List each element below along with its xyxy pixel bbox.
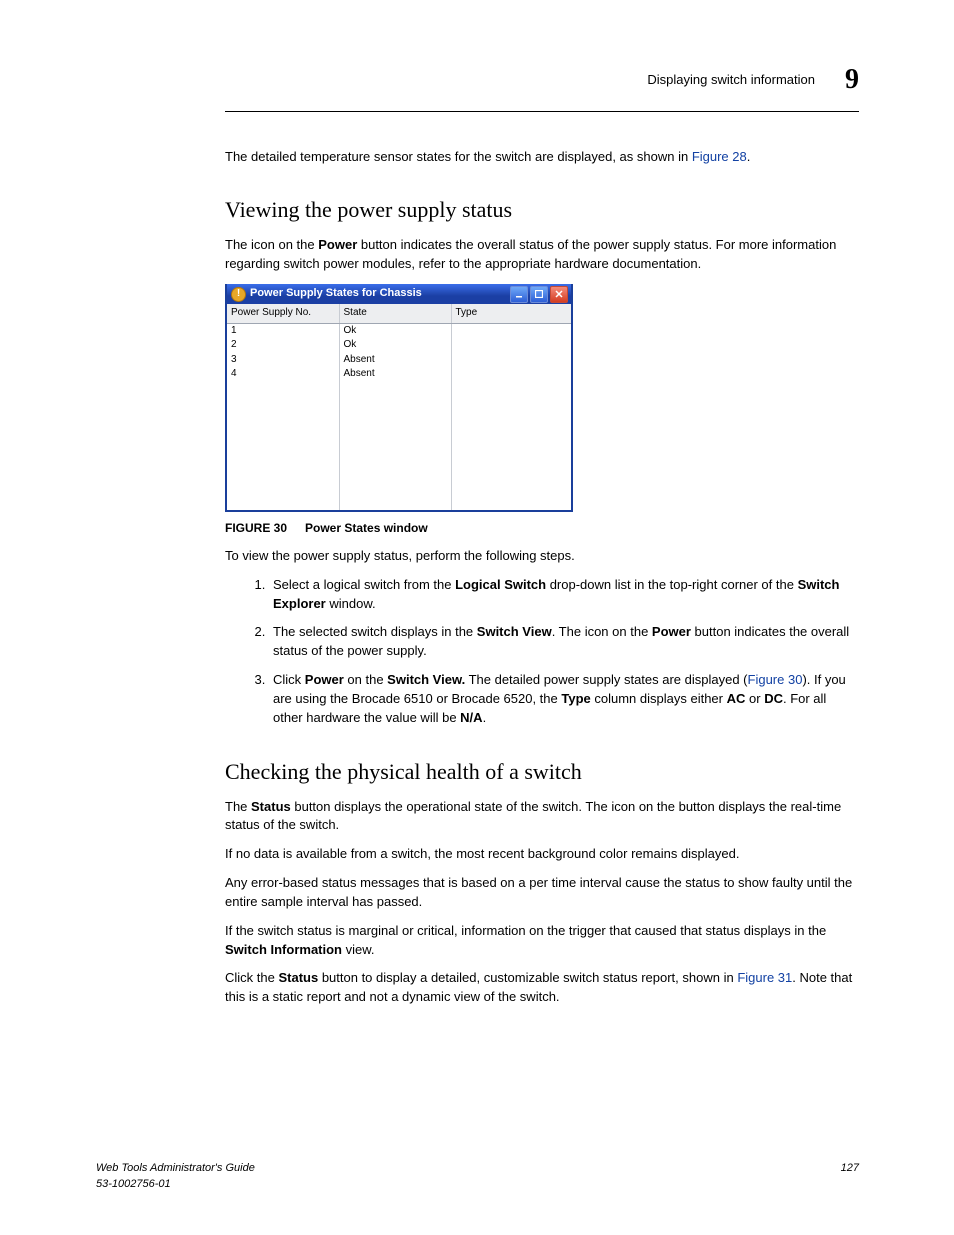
header-section: Displaying switch information (647, 71, 815, 90)
power-supply-table: Power Supply No. State Type 1Ok 2Ok 3Abs… (227, 304, 571, 382)
page-footer: Web Tools Administrator's Guide 53-10027… (96, 1161, 859, 1193)
footer-doc-title: Web Tools Administrator's Guide (96, 1161, 255, 1177)
chapter-number: 9 (845, 60, 859, 101)
health-paragraph-2: If no data is available from a switch, t… (225, 845, 859, 864)
table-header-row: Power Supply No. State Type (227, 304, 571, 323)
warning-icon: ! (231, 287, 246, 302)
dialog-title: Power Supply States for Chassis (250, 286, 510, 302)
figure-30-caption: FIGURE 30Power States window (225, 520, 859, 537)
dialog-titlebar[interactable]: ! Power Supply States for Chassis (227, 284, 571, 304)
step-2: The selected switch displays in the Swit… (269, 623, 859, 661)
heading-physical-health: Checking the physical health of a switch (225, 756, 859, 788)
col-psu-no[interactable]: Power Supply No. (227, 304, 339, 323)
intro-paragraph: The detailed temperature sensor states f… (225, 148, 859, 167)
close-icon[interactable] (550, 286, 568, 303)
health-paragraph-1: The Status button displays the operation… (225, 798, 859, 836)
table-row[interactable]: 4Absent (227, 367, 571, 382)
step-3: Click Power on the Switch View. The deta… (269, 671, 859, 728)
table-empty-area (227, 382, 571, 510)
health-paragraph-3: Any error-based status messages that is … (225, 874, 859, 912)
health-paragraph-5: Click the Status button to display a det… (225, 969, 859, 1007)
maximize-icon[interactable] (530, 286, 548, 303)
health-paragraph-4: If the switch status is marginal or crit… (225, 922, 859, 960)
footer-page-number: 127 (841, 1161, 859, 1193)
step-1: Select a logical switch from the Logical… (269, 576, 859, 614)
table-row[interactable]: 1Ok (227, 323, 571, 338)
power-steps-list: Select a logical switch from the Logical… (225, 576, 859, 728)
col-state[interactable]: State (339, 304, 451, 323)
link-figure-31[interactable]: Figure 31 (737, 970, 792, 985)
footer-doc-number: 53-1002756-01 (96, 1177, 255, 1193)
link-figure-28[interactable]: Figure 28 (692, 149, 747, 164)
table-row[interactable]: 2Ok (227, 338, 571, 353)
power-paragraph-2: To view the power supply status, perform… (225, 547, 859, 566)
header-rule (225, 111, 859, 112)
table-row[interactable]: 3Absent (227, 353, 571, 368)
power-paragraph-1: The icon on the Power button indicates t… (225, 236, 859, 274)
col-type[interactable]: Type (451, 304, 571, 323)
link-figure-30[interactable]: Figure 30 (748, 672, 803, 687)
power-states-dialog: ! Power Supply States for Chassis P (225, 284, 573, 512)
heading-power-supply: Viewing the power supply status (225, 194, 859, 226)
minimize-icon[interactable] (510, 286, 528, 303)
